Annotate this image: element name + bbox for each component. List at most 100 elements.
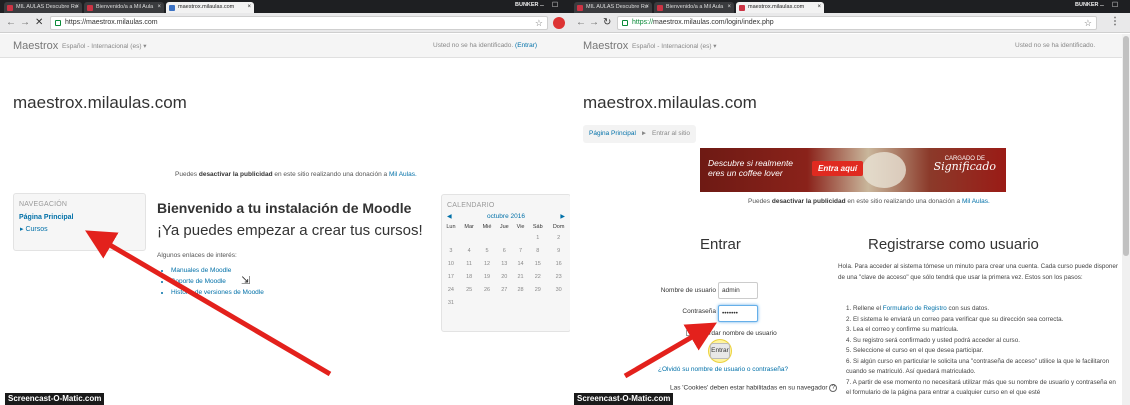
window-controls[interactable]: – ☐ — [540, 1, 561, 9]
calendar-day-header: Vie — [516, 224, 525, 230]
calendar-day[interactable]: 30 — [547, 283, 570, 296]
help-icon[interactable]: ? — [829, 384, 838, 392]
calendar-day[interactable]: 16 — [547, 257, 570, 270]
cookies-notice: Las 'Cookies' deben estar habilitadas en… — [670, 384, 838, 392]
close-tab-icon[interactable]: × — [645, 2, 649, 13]
calendar-day[interactable]: 9 — [547, 244, 570, 257]
language-menu[interactable]: Español - Internacional (es) ▾ — [632, 42, 717, 50]
calendar-day[interactable]: 20 — [496, 270, 513, 283]
close-tab-icon[interactable]: × — [247, 2, 251, 13]
nav-courses-link[interactable]: ▸ Cursos — [14, 223, 145, 235]
milaulas-link[interactable]: Mil Aulas. — [962, 198, 990, 205]
calendar-day[interactable]: 28 — [513, 283, 528, 296]
close-tab-icon[interactable]: × — [727, 2, 731, 13]
calendar-day[interactable]: 22 — [528, 270, 547, 283]
nav-home-link[interactable]: Página Principal — [14, 212, 145, 223]
forgot-password-link[interactable]: ¿Olvidó su nombre de usuario o contraseñ… — [658, 366, 788, 373]
stop-icon[interactable]: ✕ — [35, 16, 43, 30]
tab-bienvenido[interactable]: Bienvenido/a a Mil Aula × — [654, 2, 734, 13]
tab-milaulas[interactable]: MIL AULAS Descubre Ro × — [574, 2, 652, 13]
breadcrumb-home[interactable]: Página Principal — [589, 130, 636, 137]
calendar-day[interactable]: 18 — [460, 270, 478, 283]
calendar-day[interactable]: 8 — [528, 244, 547, 257]
login-button[interactable]: Entrar — [710, 343, 730, 359]
calendar-day[interactable]: 31 — [442, 296, 460, 309]
calendar-day[interactable]: 23 — [547, 270, 570, 283]
favicon-icon — [657, 5, 663, 11]
tab-bienvenido[interactable]: Bienvenido/a a Mil Aula × — [84, 2, 164, 13]
list-item: 3. Lea el correo y confirme su matrícula… — [846, 326, 959, 333]
left-browser-window: MIL AULAS Descubre Ro × Bienvenido/a a Mi… — [0, 0, 570, 405]
back-icon[interactable]: ← — [576, 16, 586, 30]
calendar-day[interactable]: 3 — [442, 244, 460, 257]
password-field[interactable]: ••••••• — [718, 305, 758, 322]
remember-username[interactable]: Recordar nombre de usuario — [686, 330, 777, 337]
close-tab-icon[interactable]: × — [75, 2, 79, 13]
browser-toolbar: ← → ✕ https://maestrox.milaulas.com ☆ — [0, 13, 570, 33]
calendar-day — [478, 231, 495, 244]
milaulas-link[interactable]: Mil Aulas. — [389, 171, 417, 178]
forward-icon[interactable]: → — [589, 16, 599, 30]
calendar-title: CALENDARIO — [447, 202, 495, 209]
calendar-day[interactable]: 12 — [478, 257, 495, 270]
ad-cta-button[interactable]: Entra aquí — [812, 161, 864, 176]
breadcrumb-separator-icon: ► — [640, 130, 648, 137]
tab-milaulas[interactable]: MIL AULAS Descubre Ro × — [4, 2, 82, 13]
calendar-day[interactable]: 26 — [478, 283, 495, 296]
calendar-day[interactable]: 24 — [442, 283, 460, 296]
calendar-day[interactable]: 14 — [513, 257, 528, 270]
ad-banner[interactable]: Descubre si realmente eres un coffee lov… — [700, 148, 1006, 192]
browser-toolbar: ← → ↻ https://maestrox.milaulas.com/logi… — [570, 13, 1130, 33]
calendar-day[interactable]: 7 — [513, 244, 528, 257]
username-label: Nombre de usuario — [660, 287, 716, 294]
calendar-day[interactable]: 10 — [442, 257, 460, 270]
page-scrollbar[interactable] — [1122, 34, 1130, 405]
page-title: maestrox.milaulas.com — [583, 93, 757, 112]
reload-icon[interactable]: ↻ — [603, 16, 611, 30]
ad-notice: Puedes desactivar la publicidad en este … — [748, 198, 990, 205]
username-field[interactable]: admin — [718, 282, 758, 299]
extension-icon[interactable] — [553, 17, 565, 29]
login-link[interactable]: (Entrar) — [515, 42, 537, 49]
mouse-cursor-icon: ⇲ — [241, 275, 251, 287]
forward-icon[interactable]: → — [20, 16, 30, 30]
prev-month-icon[interactable]: ◀ — [447, 213, 452, 220]
bookmark-star-icon[interactable]: ☆ — [1084, 17, 1092, 29]
close-tab-icon[interactable]: × — [157, 2, 161, 13]
calendar-day[interactable]: 6 — [496, 244, 513, 257]
calendar-day[interactable]: 17 — [442, 270, 460, 283]
calendar-day[interactable]: 19 — [478, 270, 495, 283]
address-bar[interactable]: https://maestrox.milaulas.com/login/inde… — [617, 16, 1097, 30]
calendar-day[interactable]: 13 — [496, 257, 513, 270]
calendar-day[interactable]: 4 — [460, 244, 478, 257]
address-bar[interactable]: https://maestrox.milaulas.com ☆ — [50, 16, 548, 30]
calendar-day[interactable]: 27 — [496, 283, 513, 296]
site-brand[interactable]: Maestrox — [13, 40, 58, 52]
calendar-day[interactable]: 5 — [478, 244, 495, 257]
calendar-day[interactable]: 29 — [528, 283, 547, 296]
calendar-day[interactable]: 1 — [528, 231, 547, 244]
back-icon[interactable]: ← — [6, 16, 16, 30]
calendar-day-header: Dom — [552, 224, 565, 230]
tab-maestrox[interactable]: maestrox.milaulas.com × — [736, 2, 824, 13]
list-item[interactable]: Historia de versiones de Moodle — [171, 287, 264, 298]
tab-maestrox[interactable]: maestrox.milaulas.com × — [166, 2, 254, 13]
browser-menu-icon[interactable]: ⋮ — [1110, 16, 1120, 27]
calendar-day[interactable]: 2 — [547, 231, 570, 244]
calendar-day[interactable]: 11 — [460, 257, 478, 270]
language-menu[interactable]: Español - Internacional (es) ▾ — [62, 42, 147, 50]
registration-form-link[interactable]: Formulario de Registro — [883, 305, 947, 312]
page-title: maestrox.milaulas.com — [13, 93, 187, 112]
close-tab-icon[interactable]: × — [817, 2, 821, 13]
site-brand[interactable]: Maestrox — [583, 40, 628, 52]
login-info: Usted no se ha identificado. (Entrar) — [433, 42, 538, 49]
calendar-day[interactable]: 21 — [513, 270, 528, 283]
calendar-month[interactable]: octubre 2016 — [487, 213, 525, 220]
calendar-day[interactable]: 15 — [528, 257, 547, 270]
remember-checkbox[interactable] — [686, 330, 692, 337]
bookmark-star-icon[interactable]: ☆ — [535, 17, 543, 29]
next-month-icon[interactable]: ▶ — [560, 213, 565, 220]
window-controls[interactable]: – ☐ — [1100, 1, 1121, 9]
calendar-day[interactable]: 25 — [460, 283, 478, 296]
scroll-thumb[interactable] — [1123, 36, 1129, 256]
